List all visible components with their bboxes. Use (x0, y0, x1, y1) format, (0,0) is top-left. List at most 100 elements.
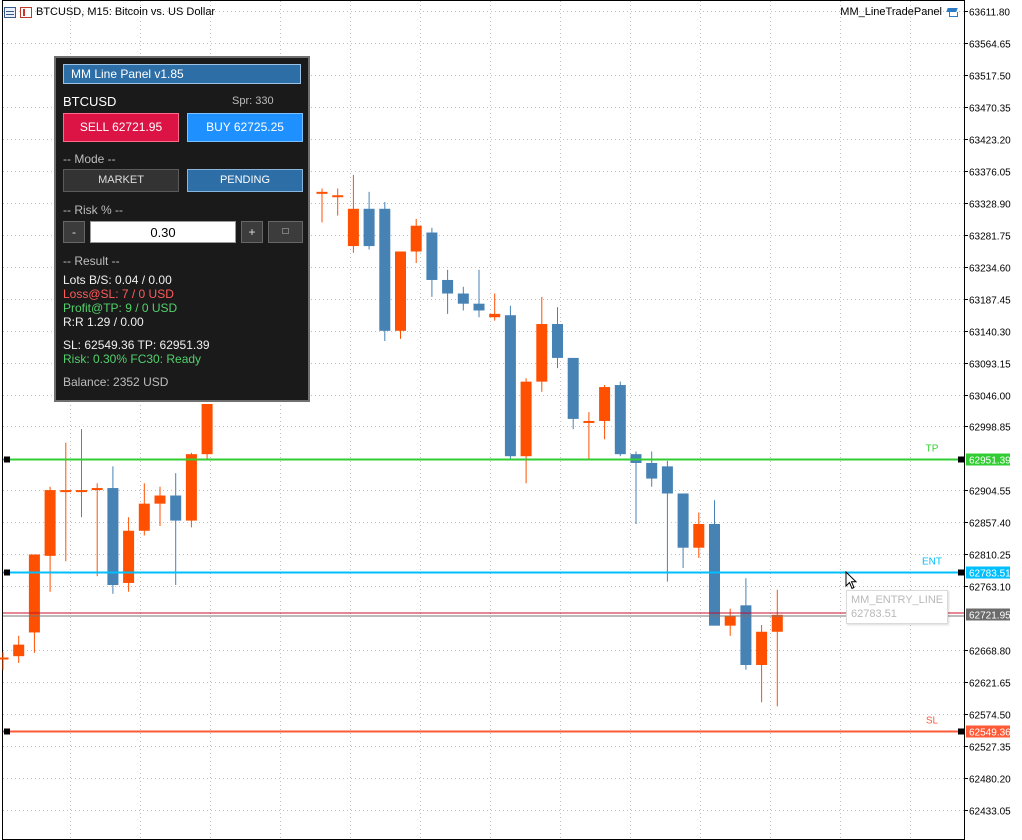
price-axis: 63611.80 63564.65 63517.50 63470.35 63423.20… (964, 8, 1011, 818)
candle (520, 378, 532, 484)
result-header: -- Result -- (63, 254, 120, 268)
spread-label: Spr: 330 (232, 95, 274, 107)
entry-level-handle-left (4, 569, 10, 576)
trade-panel: MM Line Panel v1.85 BTCUSD Spr: 330 SELL… (54, 56, 310, 402)
candle-body (614, 385, 626, 455)
square-button[interactable]: □ (268, 221, 303, 243)
entry-level-price-text: 62783.51 (969, 569, 1011, 580)
sell-button[interactable]: SELL 62721.95 (63, 113, 179, 142)
axis-tick-label: 63234.60 (969, 264, 1011, 275)
candle-body (395, 251, 406, 331)
tooltip-name: MM_ENTRY_LINE (851, 594, 944, 606)
candle (740, 578, 752, 670)
expert-advisor-label[interactable]: MM_LineTradePanel (840, 3, 960, 21)
axis-tick-label: 62527.35 (969, 743, 1011, 754)
risk-status-readout: Risk: 0.30% FC30: Ready (63, 352, 202, 366)
risk-input[interactable] (90, 221, 236, 243)
tp-level-price-text: 62951.39 (969, 456, 1011, 467)
entry-level-label: ENT (922, 557, 942, 568)
tp-level-label: TP (926, 444, 939, 455)
sl-level-price-text: 62549.36 (969, 728, 1011, 739)
candle (76, 429, 87, 518)
candle-body (442, 279, 454, 294)
loss-readout: Loss@SL: 7 / 0 USD (63, 287, 174, 301)
bid-price-text: 62721.95 (969, 611, 1011, 622)
candle-body (138, 503, 150, 531)
candle-body (599, 387, 611, 421)
balance-readout: Balance: 2352 USD (63, 375, 169, 389)
axis-tick-label: 63328.90 (969, 200, 1011, 211)
risk-header: -- Risk % -- (63, 203, 123, 217)
axis-tick-label: 62574.50 (969, 711, 1011, 722)
candle-body (771, 614, 783, 632)
axis-tick-label: 63281.75 (969, 232, 1011, 243)
axis-tick-label: 62857.40 (969, 519, 1011, 530)
candle-body (316, 191, 328, 194)
risk-increase-button[interactable]: + (241, 221, 263, 243)
axis-tick-label: 63093.15 (969, 360, 1011, 371)
pending-mode-button[interactable]: PENDING (187, 169, 303, 192)
buy-button[interactable]: BUY 62725.25 (187, 113, 303, 142)
candle-body (0, 657, 9, 660)
candle (395, 251, 406, 339)
candle-body (426, 232, 438, 280)
tp-level-handle-right (958, 456, 964, 463)
candle (138, 483, 150, 536)
candle (630, 451, 642, 524)
candle-body (347, 208, 359, 247)
candle-body (76, 490, 87, 493)
candle-body (107, 488, 119, 585)
candle-body (44, 490, 56, 556)
axis-tick-label: 62433.05 (969, 807, 1011, 818)
candle (504, 305, 516, 460)
sl-level: SL 62549.36 (3, 716, 1011, 739)
chart-type-icon[interactable] (20, 6, 32, 18)
candle-body (693, 523, 705, 548)
ea-cap-icon (946, 7, 960, 17)
chart-title: BTCUSD, M15: Bitcoin vs. US Dollar (36, 6, 216, 18)
candle-body (504, 315, 516, 457)
candle (332, 188, 344, 216)
candle-body (457, 293, 469, 304)
candle (44, 486, 56, 592)
entry-level: ENT 62783.51 (3, 557, 1011, 580)
panel-title[interactable]: MM Line Panel v1.85 (63, 64, 301, 84)
axis-tick-label: 62904.55 (969, 487, 1011, 498)
candle-body (13, 644, 25, 657)
candle-body (170, 495, 182, 521)
candle (28, 554, 40, 653)
axis-tick-label: 63046.00 (969, 392, 1011, 403)
candle-body (123, 530, 135, 583)
axis-tick-label: 63376.05 (969, 168, 1011, 179)
axis-tick-label: 62763.10 (969, 583, 1011, 594)
candle (185, 452, 197, 528)
entry-line-tooltip: MM_ENTRY_LINE 62783.51 (846, 590, 948, 624)
axis-tick-label: 62621.65 (969, 679, 1011, 690)
candle (536, 296, 548, 392)
candle (709, 500, 720, 626)
candle-body (154, 495, 166, 504)
candle-body (520, 381, 532, 457)
candle (201, 404, 213, 460)
candle-body (709, 523, 720, 626)
ea-name: MM_LineTradePanel (840, 6, 942, 18)
chart-menu-icon[interactable] (4, 6, 16, 18)
candle (677, 493, 689, 569)
candle (170, 473, 182, 585)
lots-readout: Lots B/S: 0.04 / 0.00 (63, 273, 172, 287)
candle (583, 412, 595, 460)
candle-body (724, 615, 736, 626)
candle-body (740, 605, 752, 665)
risk-decrease-button[interactable]: - (63, 221, 85, 243)
candle (363, 191, 375, 250)
market-mode-button[interactable]: MARKET (63, 169, 179, 192)
candle-body (201, 404, 213, 455)
candle-body (91, 488, 103, 491)
candle-body (536, 324, 548, 382)
axis-tick-label: 63564.65 (969, 40, 1011, 51)
sl-level-handle-left (4, 728, 10, 735)
candle-body (567, 357, 579, 419)
candle (13, 635, 25, 663)
candle-body (661, 466, 673, 494)
axis-tick-label: 63140.30 (969, 328, 1011, 339)
